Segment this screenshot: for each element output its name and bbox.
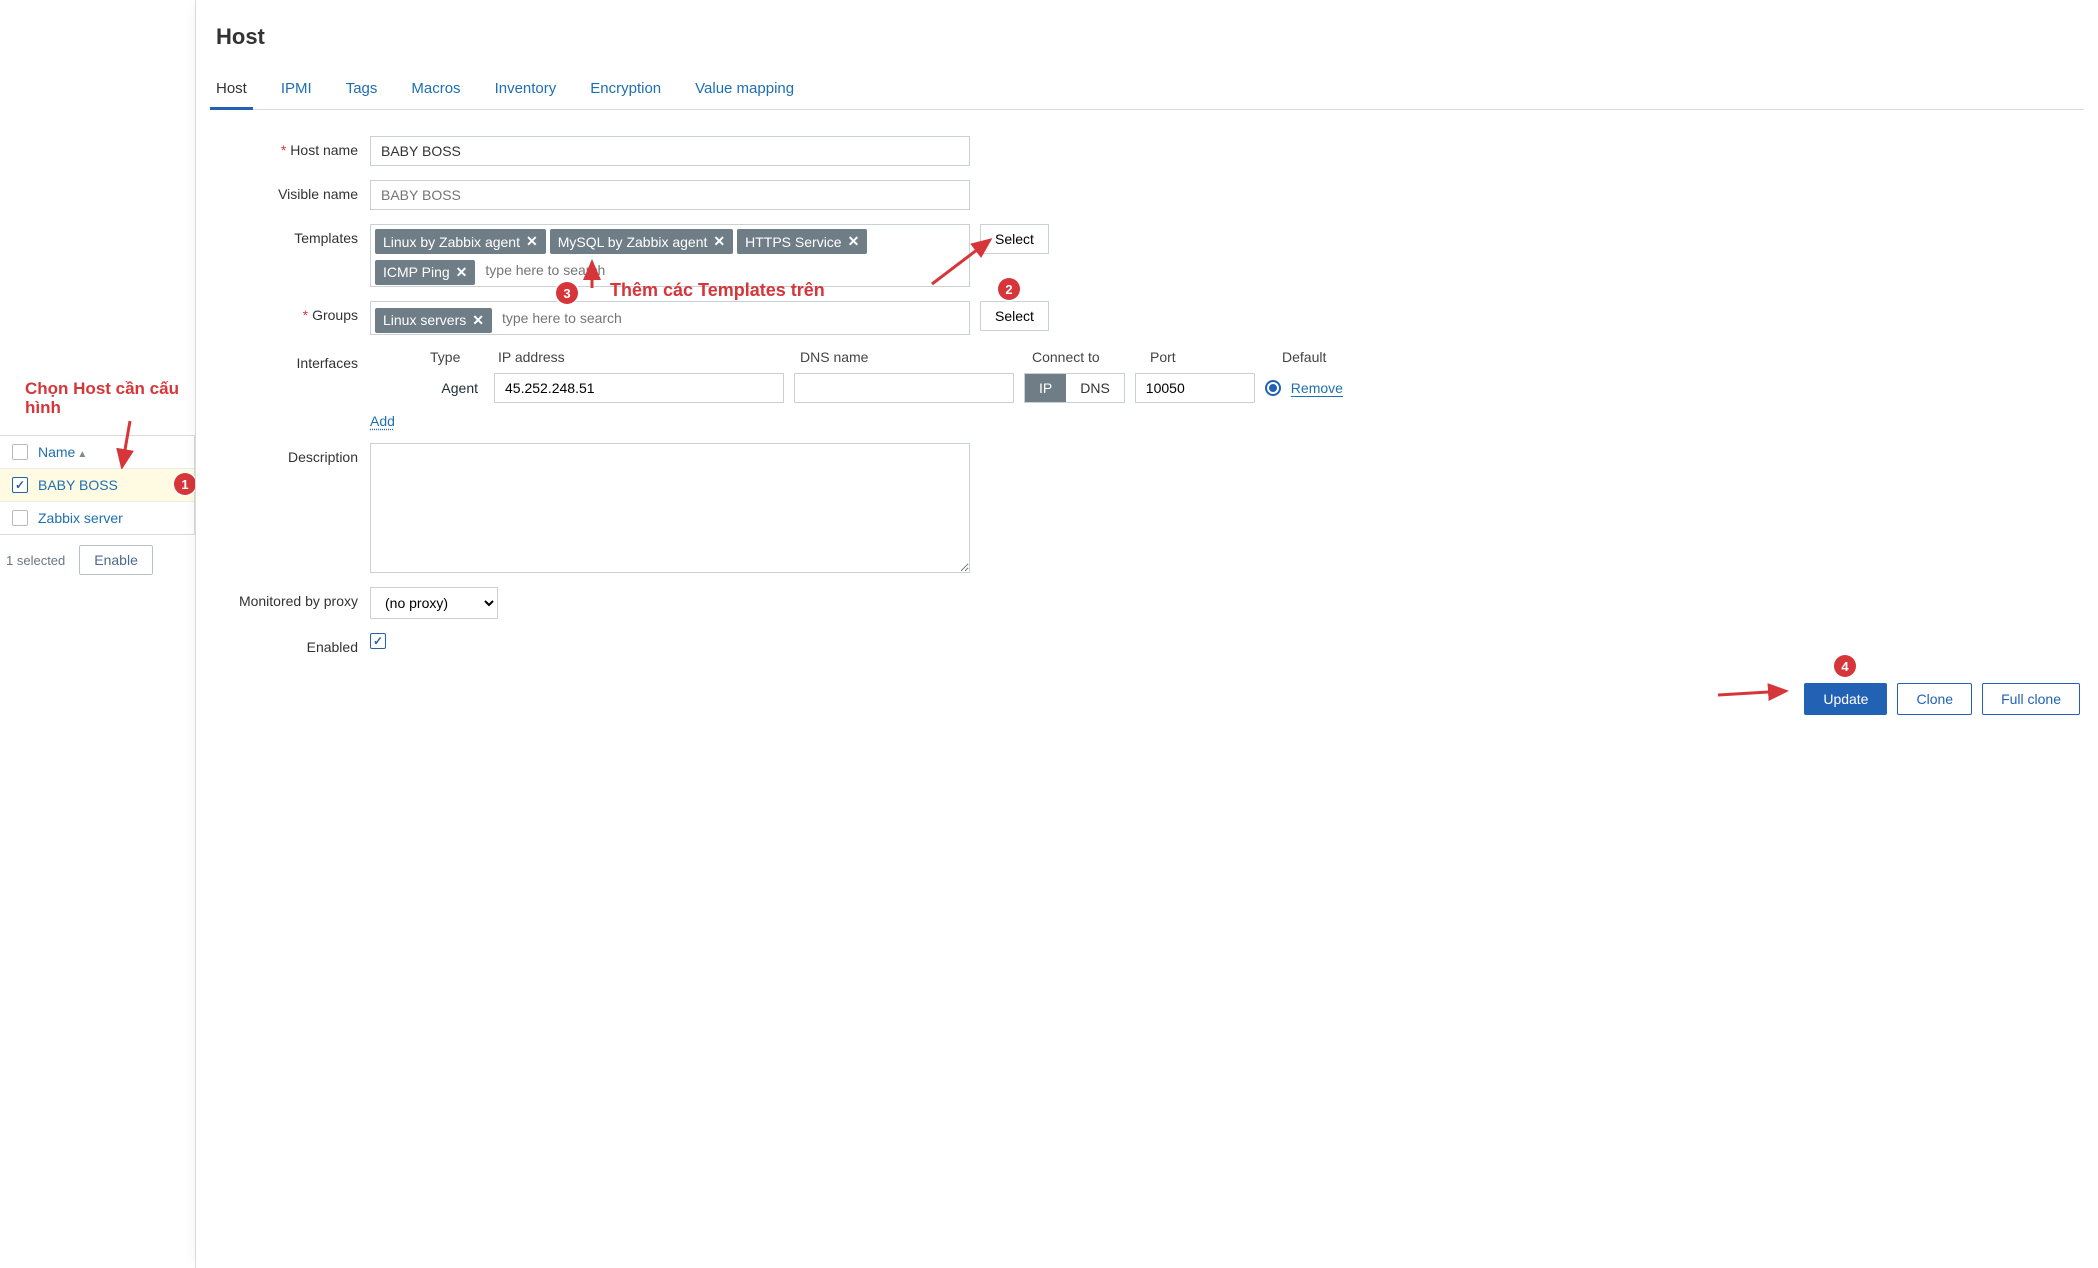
- clone-button[interactable]: Clone: [1897, 683, 1972, 715]
- header-default: Default: [1282, 349, 1342, 365]
- interfaces-label: Interfaces: [210, 349, 370, 371]
- header-type: Type: [430, 349, 486, 365]
- proxy-label: Monitored by proxy: [210, 587, 370, 609]
- annotation-badge-4: 4: [1834, 655, 1856, 677]
- host-list-panel: Chọn Host cần cấu hình Name▲ BABY BOSS 1: [0, 0, 195, 1268]
- interfaces-header: Type IP address DNS name Connect to Port…: [370, 349, 2084, 365]
- column-name-header[interactable]: Name▲: [38, 444, 87, 460]
- remove-tag-icon[interactable]: ✕: [472, 312, 484, 329]
- templates-select-button[interactable]: Select: [980, 224, 1049, 254]
- remove-tag-icon[interactable]: ✕: [456, 264, 468, 281]
- host-link[interactable]: Zabbix server: [38, 510, 123, 526]
- visiblename-label: Visible name: [210, 180, 370, 202]
- annotation-badge-1: 1: [174, 473, 196, 495]
- interface-type: Agent: [428, 380, 484, 396]
- row-checkbox[interactable]: [12, 477, 28, 493]
- header-dns: DNS name: [800, 349, 1020, 365]
- description-label: Description: [210, 443, 370, 465]
- table-row[interactable]: Zabbix server: [0, 502, 194, 534]
- groups-search-input[interactable]: [496, 306, 676, 334]
- dns-name-input[interactable]: [794, 373, 1014, 403]
- full-clone-button[interactable]: Full clone: [1982, 683, 2080, 715]
- templates-multiselect[interactable]: Linux by Zabbix agent ✕ MySQL by Zabbix …: [370, 224, 970, 287]
- visiblename-input[interactable]: [370, 180, 970, 210]
- template-tag: Linux by Zabbix agent ✕: [375, 229, 546, 254]
- header-connect: Connect to: [1032, 349, 1138, 365]
- dialog-title: Host: [216, 24, 2084, 50]
- hostname-input[interactable]: [370, 136, 970, 166]
- ip-address-input[interactable]: [494, 373, 784, 403]
- groups-select-button[interactable]: Select: [980, 301, 1049, 331]
- host-link[interactable]: BABY BOSS: [38, 477, 118, 493]
- annotation-badge-3: 3: [556, 282, 578, 304]
- connect-ip-button[interactable]: IP: [1025, 374, 1066, 402]
- enabled-checkbox[interactable]: [370, 633, 386, 649]
- add-interface-link[interactable]: Add: [370, 413, 395, 429]
- groups-multiselect[interactable]: Linux servers ✕: [370, 301, 970, 335]
- row-checkbox[interactable]: [12, 510, 28, 526]
- header-ip: IP address: [498, 349, 788, 365]
- templates-label: Templates: [210, 224, 370, 246]
- annotation-badge-2: 2: [998, 278, 1020, 300]
- dialog-footer: 4 Update Clone Full clone: [210, 683, 2084, 715]
- tab-value-mapping[interactable]: Value mapping: [689, 70, 800, 109]
- tab-inventory[interactable]: Inventory: [489, 70, 563, 109]
- host-table-header: Name▲: [0, 436, 194, 469]
- proxy-select[interactable]: (no proxy): [370, 587, 498, 619]
- tab-bar: Host IPMI Tags Macros Inventory Encrypti…: [210, 70, 2084, 110]
- tab-tags[interactable]: Tags: [340, 70, 384, 109]
- description-textarea[interactable]: [370, 443, 970, 573]
- groups-label: *Groups: [210, 301, 370, 323]
- host-form: *Host name Visible name Templates Linux …: [210, 136, 2084, 655]
- header-port: Port: [1150, 349, 1270, 365]
- hostname-label: *Host name: [210, 136, 370, 158]
- tab-host[interactable]: Host: [210, 70, 253, 110]
- tab-encryption[interactable]: Encryption: [584, 70, 667, 109]
- remove-tag-icon[interactable]: ✕: [526, 233, 538, 250]
- group-tag: Linux servers ✕: [375, 308, 492, 333]
- port-input[interactable]: [1135, 373, 1255, 403]
- remove-tag-icon[interactable]: ✕: [848, 233, 860, 250]
- sort-asc-icon: ▲: [77, 449, 87, 460]
- template-tag: ICMP Ping ✕: [375, 260, 475, 285]
- template-tag: HTTPS Service ✕: [737, 229, 867, 254]
- host-dialog: Host Host IPMI Tags Macros Inventory Enc…: [195, 0, 2098, 1268]
- tab-macros[interactable]: Macros: [405, 70, 466, 109]
- connect-to-toggle[interactable]: IP DNS: [1024, 373, 1125, 403]
- annotation-arrow-4: [1714, 677, 1794, 705]
- remove-interface-link[interactable]: Remove: [1291, 380, 1343, 396]
- connect-dns-button[interactable]: DNS: [1066, 374, 1124, 402]
- host-table: Name▲ BABY BOSS 1 Zabbix server: [0, 435, 195, 535]
- tab-ipmi[interactable]: IPMI: [275, 70, 318, 109]
- remove-tag-icon[interactable]: ✕: [713, 233, 725, 250]
- annotation-choose-host: Chọn Host cần cấu hình: [25, 380, 195, 417]
- update-button[interactable]: Update: [1804, 683, 1887, 715]
- selected-count: 1 selected: [6, 553, 65, 568]
- interface-row: Agent IP DNS Remove: [370, 373, 2084, 403]
- enable-button[interactable]: Enable: [79, 545, 153, 575]
- annotation-templates-text: Thêm các Templates trên: [610, 280, 825, 301]
- enabled-label: Enabled: [210, 633, 370, 655]
- default-radio[interactable]: [1265, 380, 1281, 396]
- select-all-checkbox[interactable]: [12, 444, 28, 460]
- template-tag: MySQL by Zabbix agent ✕: [550, 229, 733, 254]
- selection-footer: 1 selected Enable: [0, 535, 195, 585]
- table-row[interactable]: BABY BOSS 1: [0, 469, 194, 502]
